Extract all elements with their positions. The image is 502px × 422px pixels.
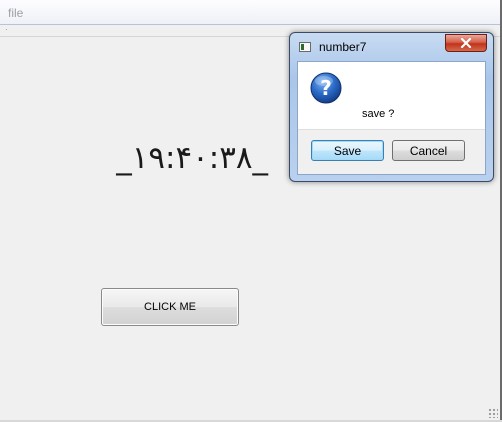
dialog-titlebar[interactable]: number7 <box>290 33 493 61</box>
svg-text:?: ? <box>320 76 332 100</box>
resize-grip[interactable] <box>488 408 498 418</box>
save-dialog: number7 ? save ? Save Cancel <box>289 32 494 182</box>
click-me-button[interactable]: CLICK ME <box>101 288 239 326</box>
dialog-message: save ? <box>362 108 395 120</box>
main-window: file · _۱۹:۴۰:۳۸_ CLICK ME number7 ? sav… <box>0 0 502 422</box>
clock-display: _۱۹:۴۰:۳۸_ <box>116 140 268 176</box>
question-icon: ? <box>310 72 342 104</box>
dialog-button-bar: Save Cancel <box>298 129 485 174</box>
menu-bar: file <box>0 0 500 25</box>
toolbar-handle: · <box>5 25 8 34</box>
cancel-button[interactable]: Cancel <box>392 140 465 161</box>
dialog-body: ? save ? Save Cancel <box>297 61 486 175</box>
close-button[interactable] <box>445 34 487 52</box>
menu-file[interactable]: file <box>8 6 23 20</box>
dialog-content: ? save ? <box>298 62 485 132</box>
dialog-title: number7 <box>319 40 367 54</box>
app-icon <box>299 42 311 52</box>
save-button[interactable]: Save <box>311 140 384 161</box>
close-icon <box>460 38 472 48</box>
